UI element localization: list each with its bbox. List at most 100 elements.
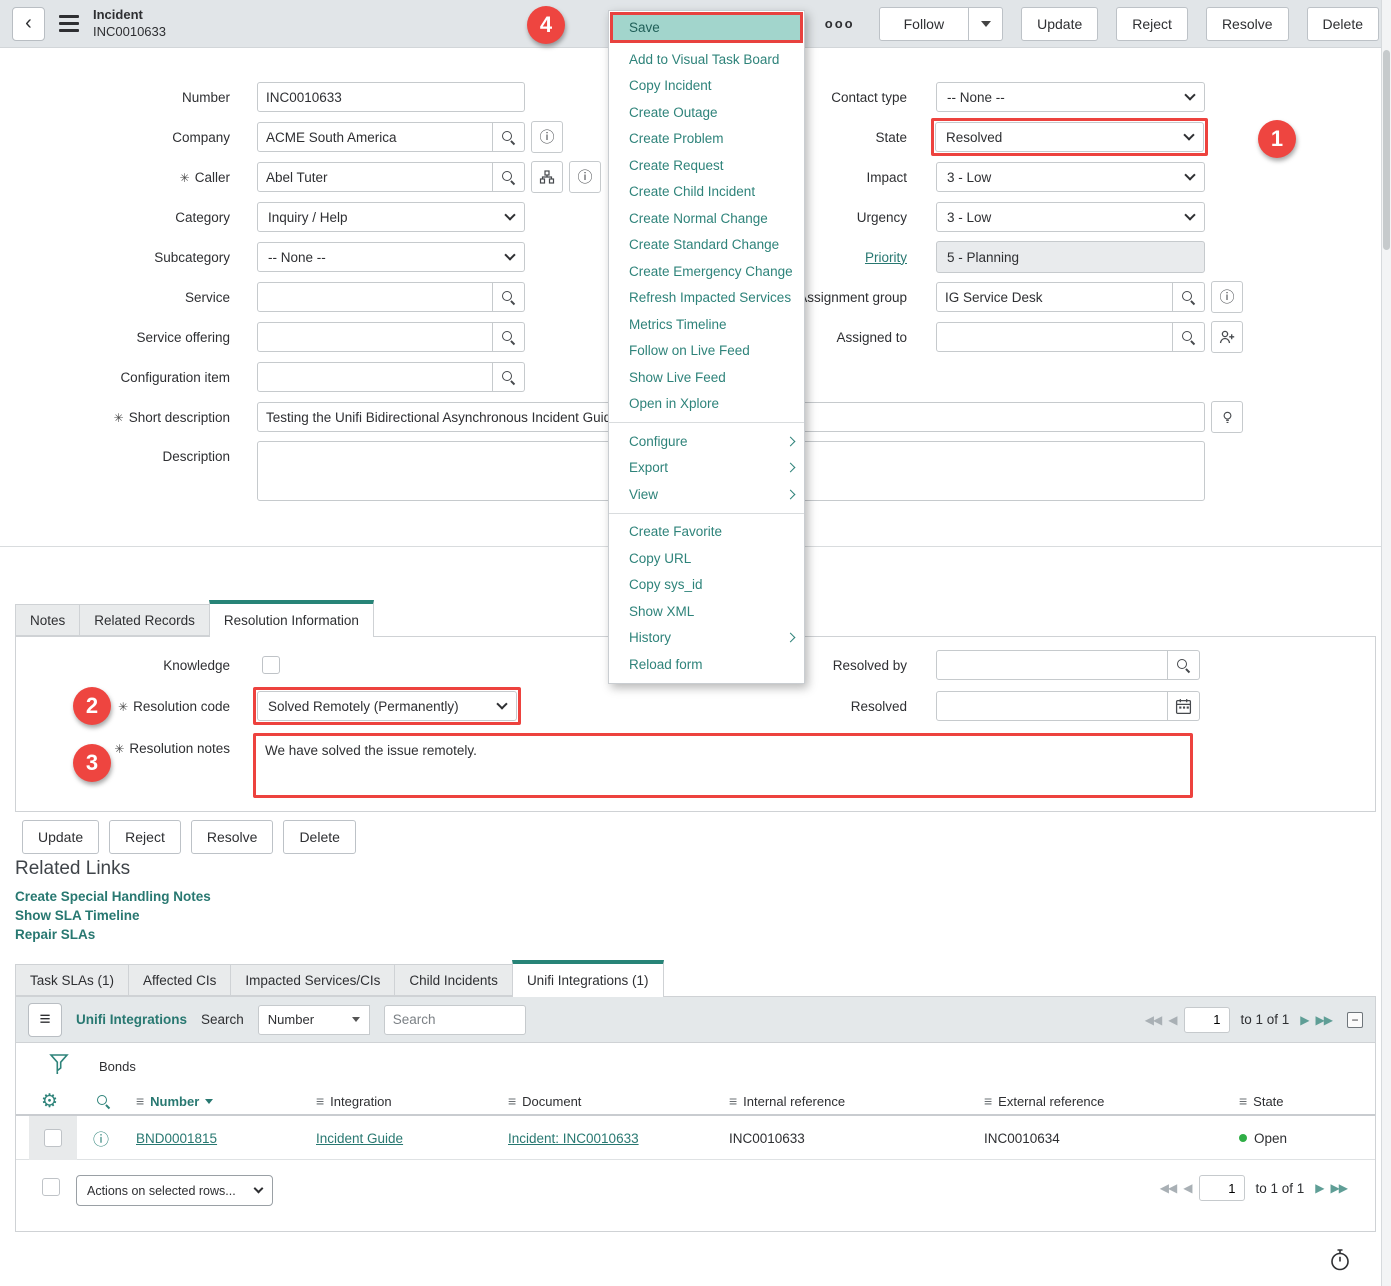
- menu-item-copy-incident[interactable]: Copy Incident: [609, 73, 804, 100]
- tab-affected-cis[interactable]: Affected CIs: [128, 964, 230, 996]
- resolution-notes-textarea[interactable]: We have solved the issue remotely.: [257, 737, 1189, 789]
- service-lookup-button[interactable]: [493, 282, 525, 312]
- last-page-button[interactable]: ▶▶: [1316, 1013, 1332, 1027]
- caller-preview-button[interactable]: ⓘ: [569, 161, 601, 193]
- knowledge-checkbox[interactable]: [262, 656, 280, 674]
- urgency-select[interactable]: 3 - Low: [936, 202, 1205, 232]
- subcategory-select[interactable]: -- None --: [257, 242, 525, 272]
- configuration-item-lookup-button[interactable]: [493, 362, 525, 392]
- menu-item-history[interactable]: History: [609, 625, 804, 652]
- state-select[interactable]: Resolved: [935, 122, 1204, 152]
- menu-item-create-emergency-change[interactable]: Create Emergency Change: [609, 258, 804, 285]
- page-scrollbar[interactable]: [1381, 0, 1391, 1286]
- column-header-number[interactable]: ≡Number: [136, 1086, 213, 1116]
- assignment-group-lookup-button[interactable]: [1173, 282, 1205, 312]
- menu-item-create-favorite[interactable]: Create Favorite: [609, 519, 804, 546]
- row-preview-icon[interactable]: ⓘ: [93, 1116, 109, 1160]
- column-menu-icon[interactable]: ≡: [1239, 1093, 1247, 1109]
- delete-button-footer[interactable]: Delete: [283, 820, 355, 854]
- collapse-list-button[interactable]: −: [1347, 1012, 1363, 1028]
- configuration-item-input[interactable]: [257, 362, 493, 392]
- resolved-calendar-button[interactable]: [1168, 691, 1200, 721]
- menu-item-save[interactable]: Save: [610, 12, 803, 43]
- link-create-special-handling-notes[interactable]: Create Special Handling Notes: [15, 889, 211, 904]
- menu-item-reload-form[interactable]: Reload form: [609, 651, 804, 678]
- update-button-footer[interactable]: Update: [22, 820, 99, 854]
- caller-lookup-button[interactable]: [493, 162, 525, 192]
- next-page-button[interactable]: ▶: [1315, 1181, 1323, 1195]
- follow-dropdown-button[interactable]: [969, 7, 1003, 41]
- column-menu-icon[interactable]: ≡: [316, 1093, 324, 1109]
- resolve-button-footer[interactable]: Resolve: [191, 820, 274, 854]
- previous-page-button[interactable]: ◀: [1183, 1181, 1191, 1195]
- column-header-external-reference[interactable]: ≡External reference: [984, 1086, 1104, 1116]
- menu-item-configure[interactable]: Configure: [609, 428, 804, 455]
- company-input[interactable]: [257, 122, 493, 152]
- search-field-select[interactable]: Number: [258, 1005, 370, 1035]
- contact-type-select[interactable]: -- None --: [936, 82, 1205, 112]
- back-button[interactable]: ‹: [12, 7, 45, 41]
- service-input[interactable]: [257, 282, 493, 312]
- caller-org-chart-button[interactable]: [531, 161, 563, 193]
- menu-item-copy-sys-id[interactable]: Copy sys_id: [609, 572, 804, 599]
- column-header-document[interactable]: ≡Document: [508, 1086, 581, 1116]
- company-preview-button[interactable]: ⓘ: [531, 121, 563, 153]
- reject-button-footer[interactable]: Reject: [109, 820, 181, 854]
- assignment-group-preview-button[interactable]: ⓘ: [1211, 281, 1243, 313]
- service-offering-lookup-button[interactable]: [493, 322, 525, 352]
- first-page-button[interactable]: ◀◀: [1160, 1181, 1176, 1195]
- assignment-group-input[interactable]: [936, 282, 1173, 312]
- scrollbar-thumb[interactable]: [1383, 50, 1390, 250]
- priority-link[interactable]: Priority: [865, 250, 907, 265]
- update-button-header[interactable]: Update: [1021, 7, 1098, 41]
- list-context-menu-button[interactable]: ≡: [28, 1003, 62, 1037]
- menu-item-metrics-timeline[interactable]: Metrics Timeline: [609, 311, 804, 338]
- company-lookup-button[interactable]: [493, 122, 525, 152]
- tab-task-slas[interactable]: Task SLAs (1): [15, 964, 128, 996]
- follow-button[interactable]: Follow: [879, 7, 969, 41]
- column-menu-icon[interactable]: ≡: [984, 1093, 992, 1109]
- tab-impacted-services[interactable]: Impacted Services/CIs: [230, 964, 394, 996]
- knowledge-search-button[interactable]: [1211, 401, 1243, 433]
- filter-funnel-icon[interactable]: [49, 1053, 69, 1077]
- select-all-checkbox[interactable]: [42, 1178, 60, 1196]
- resolved-date-input[interactable]: [936, 691, 1168, 721]
- caller-input[interactable]: [257, 162, 493, 192]
- row-checkbox[interactable]: [44, 1129, 62, 1147]
- response-time-indicator[interactable]: [1328, 1248, 1352, 1277]
- page-number-input[interactable]: [1199, 1175, 1245, 1201]
- service-offering-input[interactable]: [257, 322, 493, 352]
- number-input[interactable]: [257, 82, 525, 112]
- column-menu-icon[interactable]: ≡: [136, 1093, 144, 1109]
- resolved-by-lookup-button[interactable]: [1168, 650, 1200, 680]
- gear-icon[interactable]: ⚙: [41, 1090, 58, 1113]
- breadcrumb-filter-label[interactable]: Bonds: [99, 1059, 136, 1074]
- menu-item-create-child-incident[interactable]: Create Child Incident: [609, 179, 804, 206]
- resolved-by-input[interactable]: [936, 650, 1168, 680]
- column-header-integration[interactable]: ≡Integration: [316, 1086, 392, 1116]
- form-context-menu-icon[interactable]: [59, 11, 79, 36]
- tab-unifi-integrations[interactable]: Unifi Integrations (1): [512, 960, 664, 997]
- tab-notes[interactable]: Notes: [15, 604, 79, 636]
- menu-item-create-request[interactable]: Create Request: [609, 152, 804, 179]
- menu-item-create-standard-change[interactable]: Create Standard Change: [609, 232, 804, 259]
- next-page-button[interactable]: ▶: [1300, 1013, 1308, 1027]
- last-page-button[interactable]: ▶▶: [1331, 1181, 1347, 1195]
- tab-resolution-information[interactable]: Resolution Information: [209, 600, 374, 637]
- document-link[interactable]: Incident: INC0010633: [508, 1131, 639, 1146]
- menu-item-copy-url[interactable]: Copy URL: [609, 545, 804, 572]
- previous-page-button[interactable]: ◀: [1168, 1013, 1176, 1027]
- column-search-icon[interactable]: [96, 1094, 111, 1109]
- menu-item-show-xml[interactable]: Show XML: [609, 598, 804, 625]
- menu-item-view[interactable]: View: [609, 481, 804, 508]
- page-number-input[interactable]: [1184, 1007, 1230, 1033]
- integration-link[interactable]: Incident Guide: [316, 1131, 403, 1146]
- more-options-icon[interactable]: ooo: [825, 16, 855, 31]
- tab-related-records[interactable]: Related Records: [79, 604, 209, 636]
- column-menu-icon[interactable]: ≡: [508, 1093, 516, 1109]
- menu-item-create-normal-change[interactable]: Create Normal Change: [609, 205, 804, 232]
- menu-item-add-to-visual-task-board[interactable]: Add to Visual Task Board: [609, 46, 804, 73]
- assigned-to-lookup-button[interactable]: [1173, 322, 1205, 352]
- column-header-internal-reference[interactable]: ≡Internal reference: [729, 1086, 845, 1116]
- menu-item-create-outage[interactable]: Create Outage: [609, 99, 804, 126]
